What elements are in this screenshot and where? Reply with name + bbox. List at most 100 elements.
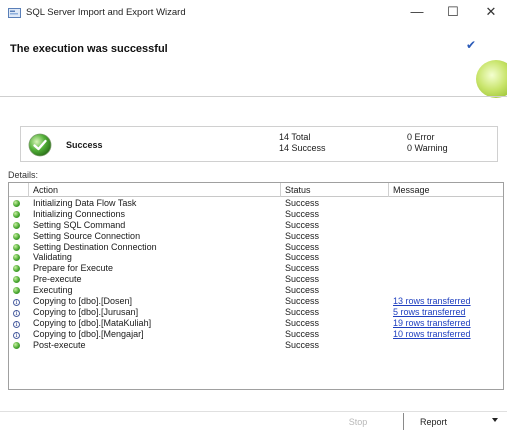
row-status: Success [285,306,320,317]
row-message-link[interactable]: 10 rows transferred [393,329,503,340]
summary-counts: 14 Total 14 Success [279,132,326,154]
row-message-link [393,274,503,285]
success-count: 14 Success [279,143,326,153]
row-icon-cell [13,220,25,231]
title-bar: SQL Server Import and Export Wizard — ☐ … [0,0,507,24]
success-icon [13,200,20,207]
report-button[interactable]: Report [420,414,498,430]
success-icon [13,265,20,273]
row-status: Success [285,285,320,296]
chevron-down-icon[interactable] [492,418,498,422]
row-status: Success [285,274,320,285]
row-status: Success [285,328,320,339]
window-title: SQL Server Import and Export Wizard [26,7,186,18]
report-button-label: Report [420,417,448,427]
row-action: Copying to [dbo].[Jurusan] [33,306,139,317]
table-row[interactable]: Validating Success [9,252,503,263]
row-message-link [393,263,503,274]
row-action: Initializing Data Flow Task [33,198,137,208]
row-action: Executing [33,285,73,296]
success-icon [13,232,20,240]
page-title: The execution was successful [10,43,168,55]
row-message-link [393,209,503,220]
column-header-status[interactable]: Status [281,183,389,197]
header-divider [0,96,507,97]
success-icon [13,341,20,349]
table-row[interactable]: Initializing Connections Success [9,209,503,220]
row-icon-cell [13,252,25,263]
row-action: Setting Destination Connection [33,241,157,252]
row-message-link[interactable]: 13 rows transferred [393,296,503,307]
total-count: 14 Total [279,132,311,142]
success-icon [13,287,20,295]
row-icon-cell [13,274,25,285]
row-message-link [393,340,503,351]
row-action: Validating [33,252,72,263]
table-row[interactable]: Setting SQL Command Success [9,220,503,231]
table-row[interactable]: i Copying to [dbo].[Jurusan] Success 5 rows… [9,307,503,318]
row-message-link [393,252,503,263]
table-row[interactable]: Post-execute Success [9,340,503,351]
grid-rows: Initializing Data Flow Task Success Initia… [9,198,503,350]
grid-header: Action Status Message [9,183,503,197]
row-status: Success [285,208,320,219]
row-action: Setting Source Connection [33,230,141,241]
table-row[interactable]: i Copying to [dbo].[MataKuliah] Success 19 … [9,318,503,329]
details-grid[interactable]: Action Status Message Initializing Data … [8,182,504,390]
row-icon-cell [13,198,25,209]
summary-panel: Success 14 Total 14 Success 0 Error 0 Wa… [20,126,498,162]
table-row[interactable]: Prepare for Execute Success [9,263,503,274]
column-header-icon[interactable] [9,183,29,197]
table-row[interactable]: i Copying to [dbo].[Dosen] Success 13 rows … [9,296,503,307]
summary-status-label: Success [66,140,103,150]
info-icon: i [13,320,20,328]
row-action: Setting SQL Command [33,219,126,230]
table-row[interactable]: i Copying to [dbo].[Mengajar] Success 10 ro… [9,329,503,340]
success-icon [13,254,20,262]
row-icon-cell: i [13,307,25,318]
info-icon: i [13,331,20,339]
row-message-link[interactable]: 19 rows transferred [393,318,503,329]
table-row[interactable]: Setting Source Connection Success [9,231,503,242]
row-icon-cell [13,242,25,253]
maximize-button[interactable]: ☐ [440,3,466,21]
success-icon [13,210,20,218]
row-action: Post-execute [33,339,86,350]
success-icon [13,221,20,229]
row-message-link [393,198,503,209]
row-icon-cell: i [13,329,25,340]
header-decoration-icon [476,60,507,98]
warning-count: 0 Warning [407,143,448,153]
row-action: Copying to [dbo].[Mengajar] [33,328,144,339]
table-row[interactable]: Initializing Data Flow Task Success [9,198,503,209]
row-message-link[interactable]: 5 rows transferred [393,307,503,318]
row-action: Prepare for Execute [33,263,114,274]
info-icon: i [13,309,20,317]
table-row[interactable]: Pre-execute Success [9,274,503,285]
row-action: Initializing Connections [33,208,126,219]
row-status: Success [285,241,320,252]
row-status: Success [285,198,320,208]
row-action: Copying to [dbo].[MataKuliah] [33,317,152,328]
success-icon [13,243,20,251]
table-row[interactable]: Executing Success [9,285,503,296]
row-status: Success [285,263,320,274]
close-button[interactable]: ✕ [478,3,504,21]
wizard-header: The execution was successful ✔ [0,24,507,98]
details-label: Details: [8,170,39,180]
row-message-link [393,242,503,253]
row-status: Success [285,219,320,230]
row-action: Pre-execute [33,274,82,285]
row-icon-cell: i [13,296,25,307]
column-header-message[interactable]: Message [389,183,503,197]
minimize-button[interactable]: — [404,3,430,21]
wizard-app-icon [8,8,21,18]
checkmark-icon: ✔ [466,38,477,52]
row-status: Success [285,296,320,307]
success-icon [13,276,20,284]
row-message-link [393,285,503,296]
table-row[interactable]: Setting Destination Connection Success [9,242,503,253]
column-header-action[interactable]: Action [29,183,281,197]
success-large-icon [28,133,52,157]
stop-button[interactable]: Stop [330,414,386,430]
